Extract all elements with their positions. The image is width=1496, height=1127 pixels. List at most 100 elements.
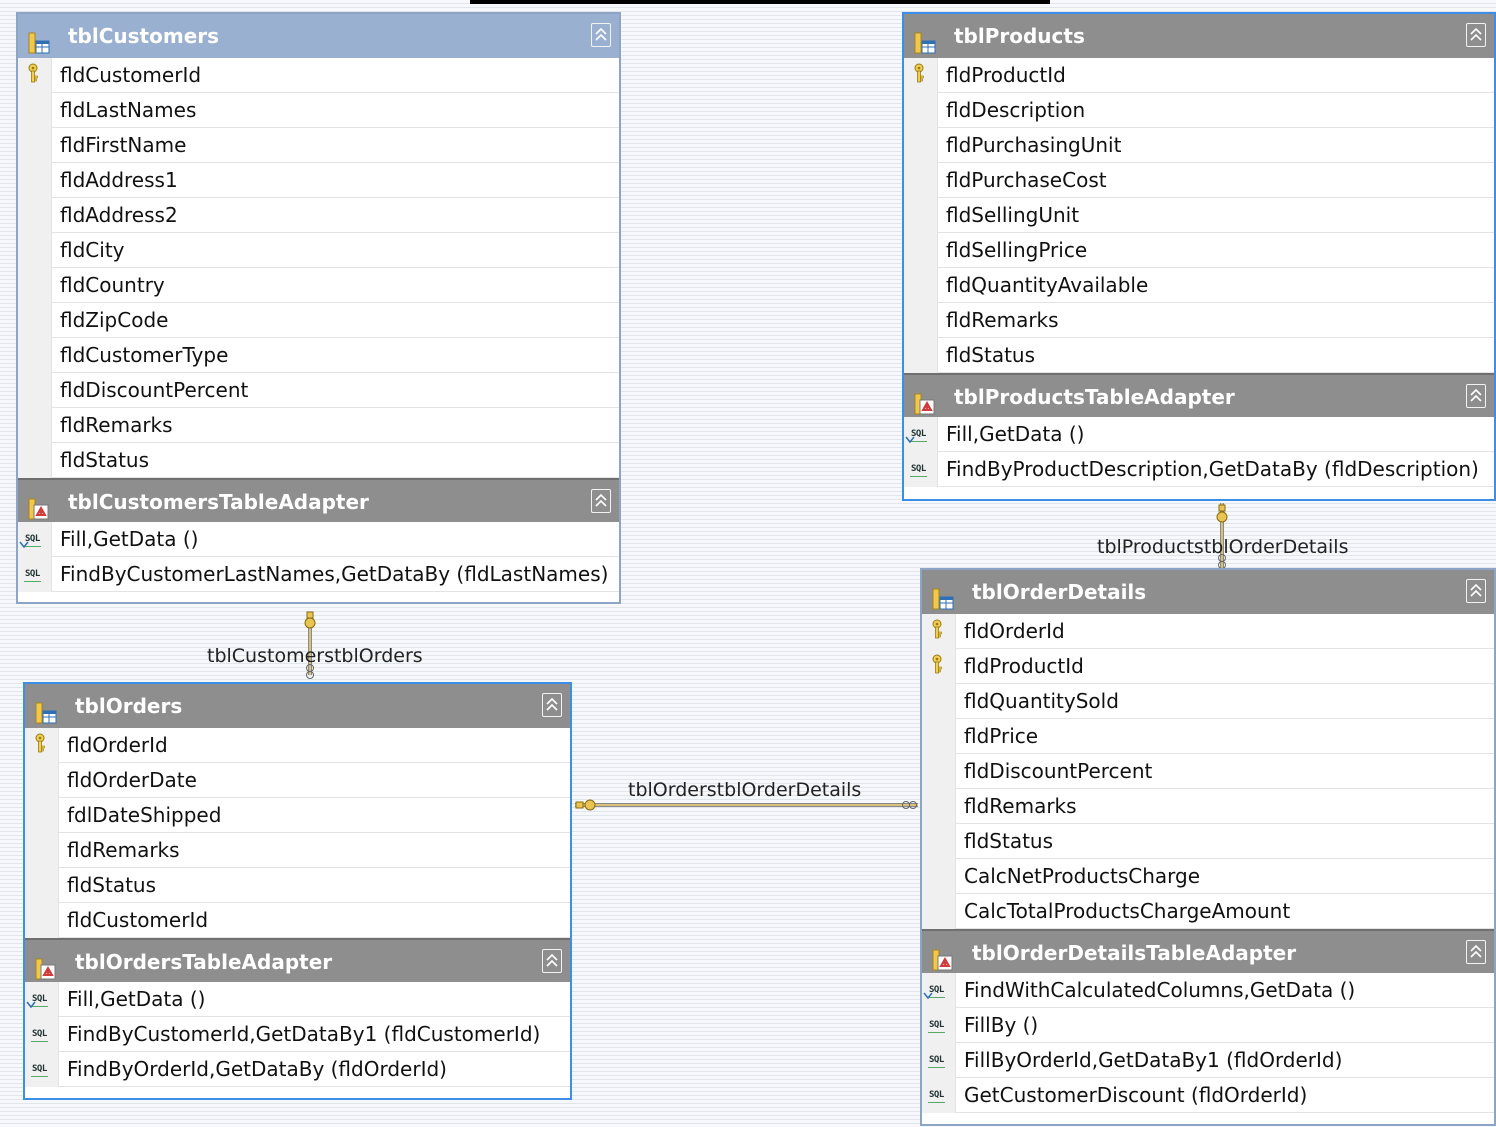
table-products-header[interactable]: tblProducts [904, 14, 1494, 58]
field-row[interactable]: fldOrderDate [25, 763, 570, 798]
row-gutter [25, 798, 59, 833]
method-row[interactable]: SQL Fill,GetData () [18, 522, 619, 557]
table-icon [28, 25, 50, 54]
field-row[interactable]: fldQuantitySold [922, 684, 1494, 719]
field-row[interactable]: CalcTotalProductsChargeAmount [922, 894, 1494, 929]
row-gutter [25, 728, 59, 763]
row-gutter [904, 338, 938, 373]
table-customers-header[interactable]: tblCustomers [18, 14, 619, 58]
adapter-products-header[interactable]: tblProductsTableAdapter [904, 373, 1494, 417]
field-row[interactable]: fldCountry [18, 268, 619, 303]
field-row[interactable]: fldPrice [922, 719, 1494, 754]
collapse-chevron-icon[interactable] [1466, 23, 1486, 47]
table-title: tblProducts [954, 24, 1085, 48]
field-list: fldOrderId fldOrderDate fdlDateShipped fldR… [25, 728, 570, 938]
field-name: fldAddress1 [60, 168, 178, 192]
table-title: tblOrders [75, 694, 183, 718]
collapse-chevron-icon[interactable] [542, 949, 562, 973]
field-row[interactable]: fldPurchasingUnit [904, 128, 1494, 163]
adapter-customers-header[interactable]: tblCustomersTableAdapter [18, 478, 619, 522]
row-gutter [18, 303, 52, 338]
default-query-check-icon [905, 420, 915, 454]
field-row[interactable]: fldRemarks [25, 833, 570, 868]
field-row[interactable]: fdlDateShipped [25, 798, 570, 833]
method-row[interactable]: SQL Fill,GetData () [25, 982, 570, 1017]
collapse-chevron-icon[interactable] [591, 489, 611, 513]
field-row[interactable]: fldCustomerType [18, 338, 619, 373]
table-adapter-icon [932, 942, 954, 971]
field-row[interactable]: fldRemarks [922, 789, 1494, 824]
field-row[interactable]: fldPurchaseCost [904, 163, 1494, 198]
method-row[interactable]: SQL FillByOrderId,GetDataBy1 (fldOrderId) [922, 1043, 1494, 1078]
field-row[interactable]: fldStatus [904, 338, 1494, 373]
collapse-chevron-icon[interactable] [1466, 579, 1486, 603]
method-row[interactable]: SQL FindByProductDescription,GetDataBy (f… [904, 452, 1494, 487]
field-row[interactable]: fldZipCode [18, 303, 619, 338]
table-title: tblOrderDetails [972, 580, 1147, 604]
field-name: fldDiscountPercent [964, 759, 1153, 783]
table-adapter-icon [35, 951, 57, 980]
method-row[interactable]: SQL FindByCustomerId,GetDataBy1 (fldCusto… [25, 1017, 570, 1052]
relation-label-products-orderdetails: tblProductstblOrderDetails [1097, 536, 1349, 558]
field-row[interactable]: fldSellingUnit [904, 198, 1494, 233]
row-gutter [25, 763, 59, 798]
field-row[interactable]: CalcNetProductsCharge [922, 859, 1494, 894]
field-row[interactable]: fldStatus [18, 443, 619, 478]
method-row[interactable]: SQL GetCustomerDiscount (fldOrderId) [922, 1078, 1494, 1113]
collapse-chevron-icon[interactable] [1466, 940, 1486, 964]
table-customers[interactable]: tblCustomers fldCustomerId fldLastNames fl… [16, 12, 621, 604]
row-gutter: SQL [25, 982, 59, 1017]
method-row[interactable]: SQL FindByCustomerLastNames,GetDataBy (fl… [18, 557, 619, 592]
field-row[interactable]: fldLastNames [18, 93, 619, 128]
row-gutter: SQL [922, 1008, 956, 1043]
table-order-details[interactable]: tblOrderDetails fldOrderId fldProductId fl… [920, 568, 1496, 1126]
collapse-chevron-icon[interactable] [1466, 384, 1486, 408]
row-gutter [18, 408, 52, 443]
field-row[interactable]: fldOrderId [922, 614, 1494, 649]
field-row[interactable]: fldProductId [904, 58, 1494, 93]
field-row[interactable]: fldAddress2 [18, 198, 619, 233]
field-name: fldStatus [60, 448, 150, 472]
field-row[interactable]: fldCustomerId [25, 903, 570, 938]
field-row[interactable]: fldOrderId [25, 728, 570, 763]
field-row[interactable]: fldDescription [904, 93, 1494, 128]
method-row[interactable]: SQL FindByOrderId,GetDataBy (fldOrderId) [25, 1052, 570, 1087]
row-gutter [18, 198, 52, 233]
sql-query-icon: SQL [928, 1088, 945, 1103]
row-gutter: SQL [922, 973, 956, 1008]
collapse-chevron-icon[interactable] [591, 23, 611, 47]
method-list: SQL Fill,GetData () SQL FindByCustomerLastN… [18, 522, 619, 592]
table-orders[interactable]: tblOrders fldOrderId fldOrderDate fdlDateS… [23, 682, 572, 1100]
field-row[interactable]: fldDiscountPercent [922, 754, 1494, 789]
field-row[interactable]: fldQuantityAvailable [904, 268, 1494, 303]
adapter-title: tblProductsTableAdapter [954, 385, 1235, 409]
row-gutter: SQL [25, 1017, 59, 1052]
field-row[interactable]: fldStatus [922, 824, 1494, 859]
relation-orders-orderdetails[interactable] [575, 799, 918, 811]
row-gutter [922, 894, 956, 929]
adapter-orders-header[interactable]: tblOrdersTableAdapter [25, 938, 570, 982]
collapse-chevron-icon[interactable] [542, 693, 562, 717]
method-row[interactable]: SQL Fill,GetData () [904, 417, 1494, 452]
row-gutter [25, 833, 59, 868]
table-order-details-header[interactable]: tblOrderDetails [922, 570, 1494, 614]
field-name: fldLastNames [60, 98, 197, 122]
method-name: FindByProductDescription,GetDataBy (fldD… [946, 457, 1479, 481]
field-row[interactable]: fldDiscountPercent [18, 373, 619, 408]
field-row[interactable]: fldRemarks [18, 408, 619, 443]
method-row[interactable]: SQL FindWithCalculatedColumns,GetData () [922, 973, 1494, 1008]
adapter-order-details-header[interactable]: tblOrderDetailsTableAdapter [922, 929, 1494, 973]
field-row[interactable]: fldCustomerId [18, 58, 619, 93]
table-orders-header[interactable]: tblOrders [25, 684, 570, 728]
field-row[interactable]: fldSellingPrice [904, 233, 1494, 268]
table-products[interactable]: tblProducts fldProductId fldDescription fl… [902, 12, 1496, 501]
method-row[interactable]: SQL FillBy () [922, 1008, 1494, 1043]
field-row[interactable]: fldRemarks [904, 303, 1494, 338]
row-gutter [904, 303, 938, 338]
field-row[interactable]: fldProductId [922, 649, 1494, 684]
field-name: fldPrice [964, 724, 1039, 748]
field-row[interactable]: fldCity [18, 233, 619, 268]
field-row[interactable]: fldStatus [25, 868, 570, 903]
field-row[interactable]: fldAddress1 [18, 163, 619, 198]
field-row[interactable]: fldFirstName [18, 128, 619, 163]
